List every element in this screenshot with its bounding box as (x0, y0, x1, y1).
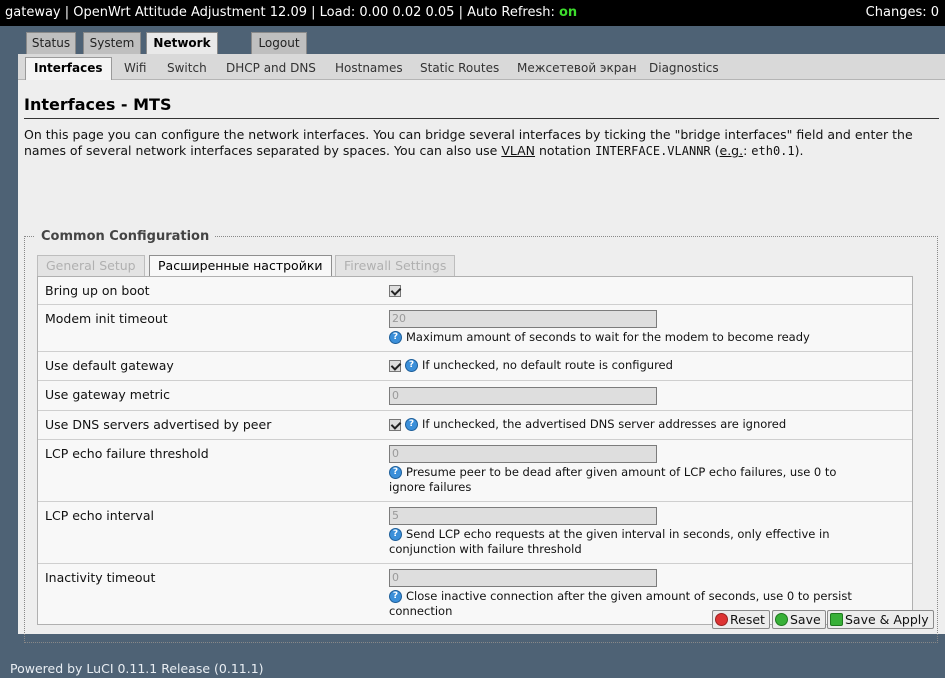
subtab-hostnames[interactable]: Hostnames (335, 60, 403, 76)
page-title: Interfaces - MTS (24, 94, 939, 119)
sub-tabs: Interfaces Wifi Switch DHCP and DNS Host… (18, 54, 945, 80)
save-button[interactable]: Save (772, 610, 826, 629)
subtab-interfaces[interactable]: Interfaces (25, 57, 112, 80)
changes-link[interactable]: Changes: 0 (866, 0, 939, 26)
option-label: Use DNS servers advertised by peer (45, 417, 272, 432)
header-title: gateway | OpenWrt Attitude Adjustment 12… (5, 5, 559, 20)
footer: Powered by LuCI 0.11.1 Release (0.11.1) (10, 661, 264, 676)
subtab-dhcp-dns[interactable]: DHCP and DNS (226, 60, 316, 76)
eg-abbr: e.g. (719, 143, 744, 158)
option-row: Modem init timeout 20 ? Maximum amount of… (38, 305, 912, 352)
option-hint: ? Presume peer to be dead after given amo… (389, 465, 837, 494)
option-label: LCP echo failure threshold (45, 446, 209, 461)
code-eth: eth0.1 (751, 144, 795, 158)
help-icon: ? (389, 528, 402, 541)
modem-init-timeout-input[interactable]: 20 (389, 310, 657, 328)
save-icon (775, 613, 788, 626)
option-row: LCP echo failure threshold 0 ? Presume pe… (38, 440, 912, 502)
option-label: Bring up on boot (45, 283, 150, 298)
help-icon: ? (389, 331, 402, 344)
subtab-wifi[interactable]: Wifi (124, 60, 147, 76)
option-row: LCP echo interval 5 ? Send LCP echo reque… (38, 502, 912, 564)
bring-up-on-boot-checkbox[interactable] (389, 284, 401, 297)
option-row: Use DNS servers advertised by peer ? If u… (38, 411, 912, 440)
use-default-gateway-checkbox[interactable] (389, 359, 401, 372)
main-panel: Interfaces Wifi Switch DHCP and DNS Host… (18, 54, 945, 643)
options-table: Bring up on boot Modem init timeout 20 ?… (37, 276, 913, 625)
save-apply-button[interactable]: Save & Apply (827, 610, 934, 629)
gateway-metric-input[interactable]: 0 (389, 387, 657, 405)
tab-advanced-settings[interactable]: Расширенные настройки (149, 255, 332, 278)
option-hint: ? Send LCP echo requests at the given int… (389, 527, 830, 556)
option-label: Use default gateway (45, 358, 174, 373)
help-icon: ? (405, 359, 418, 372)
reset-icon (715, 613, 728, 626)
help-icon: ? (389, 590, 402, 603)
subtab-firewall[interactable]: Межсетевой экран (517, 60, 637, 76)
page-description: On this page you can configure the netwo… (24, 127, 913, 158)
lcp-echo-interval-input[interactable]: 5 (389, 507, 657, 525)
use-peer-dns-checkbox[interactable] (389, 418, 401, 431)
auto-refresh-toggle[interactable]: on (559, 5, 577, 20)
common-configuration: Common Configuration General Setup Расши… (24, 229, 938, 643)
section-legend: Common Configuration (35, 229, 216, 244)
action-bar: Reset Save Save & Apply (712, 610, 934, 630)
reset-button[interactable]: Reset (712, 610, 770, 629)
option-row: Use gateway metric 0 (38, 381, 912, 411)
tab-network[interactable]: Network (146, 32, 218, 55)
top-bar: gateway | OpenWrt Attitude Adjustment 12… (0, 0, 945, 26)
vlan-abbr: VLAN (501, 143, 536, 158)
option-row: Bring up on boot (38, 277, 912, 305)
tab-firewall-settings[interactable]: Firewall Settings (335, 255, 456, 277)
option-hint: ? Maximum amount of seconds to wait for t… (389, 330, 909, 345)
option-label: Inactivity timeout (45, 570, 156, 585)
inactivity-timeout-input[interactable]: 0 (389, 569, 657, 587)
tab-logout[interactable]: Logout (251, 32, 307, 54)
subtab-switch[interactable]: Switch (167, 60, 207, 76)
tab-status[interactable]: Status (26, 32, 76, 54)
code-interface-vlannr: INTERFACE.VLANNR (595, 144, 711, 158)
help-icon: ? (405, 418, 418, 431)
tab-system[interactable]: System (83, 32, 141, 54)
subtab-diagnostics[interactable]: Diagnostics (649, 60, 719, 76)
option-row: Use default gateway ? If unchecked, no de… (38, 352, 912, 381)
content: Interfaces - MTS On this page you can co… (24, 94, 939, 643)
help-icon: ? (389, 466, 402, 479)
lcp-echo-failure-input[interactable]: 0 (389, 445, 657, 463)
option-label: LCP echo interval (45, 508, 154, 523)
tab-general-setup[interactable]: General Setup (37, 255, 145, 277)
option-label: Use gateway metric (45, 387, 171, 402)
apply-icon (830, 613, 843, 626)
option-label: Modem init timeout (45, 311, 168, 326)
subtab-static-routes[interactable]: Static Routes (420, 60, 499, 76)
